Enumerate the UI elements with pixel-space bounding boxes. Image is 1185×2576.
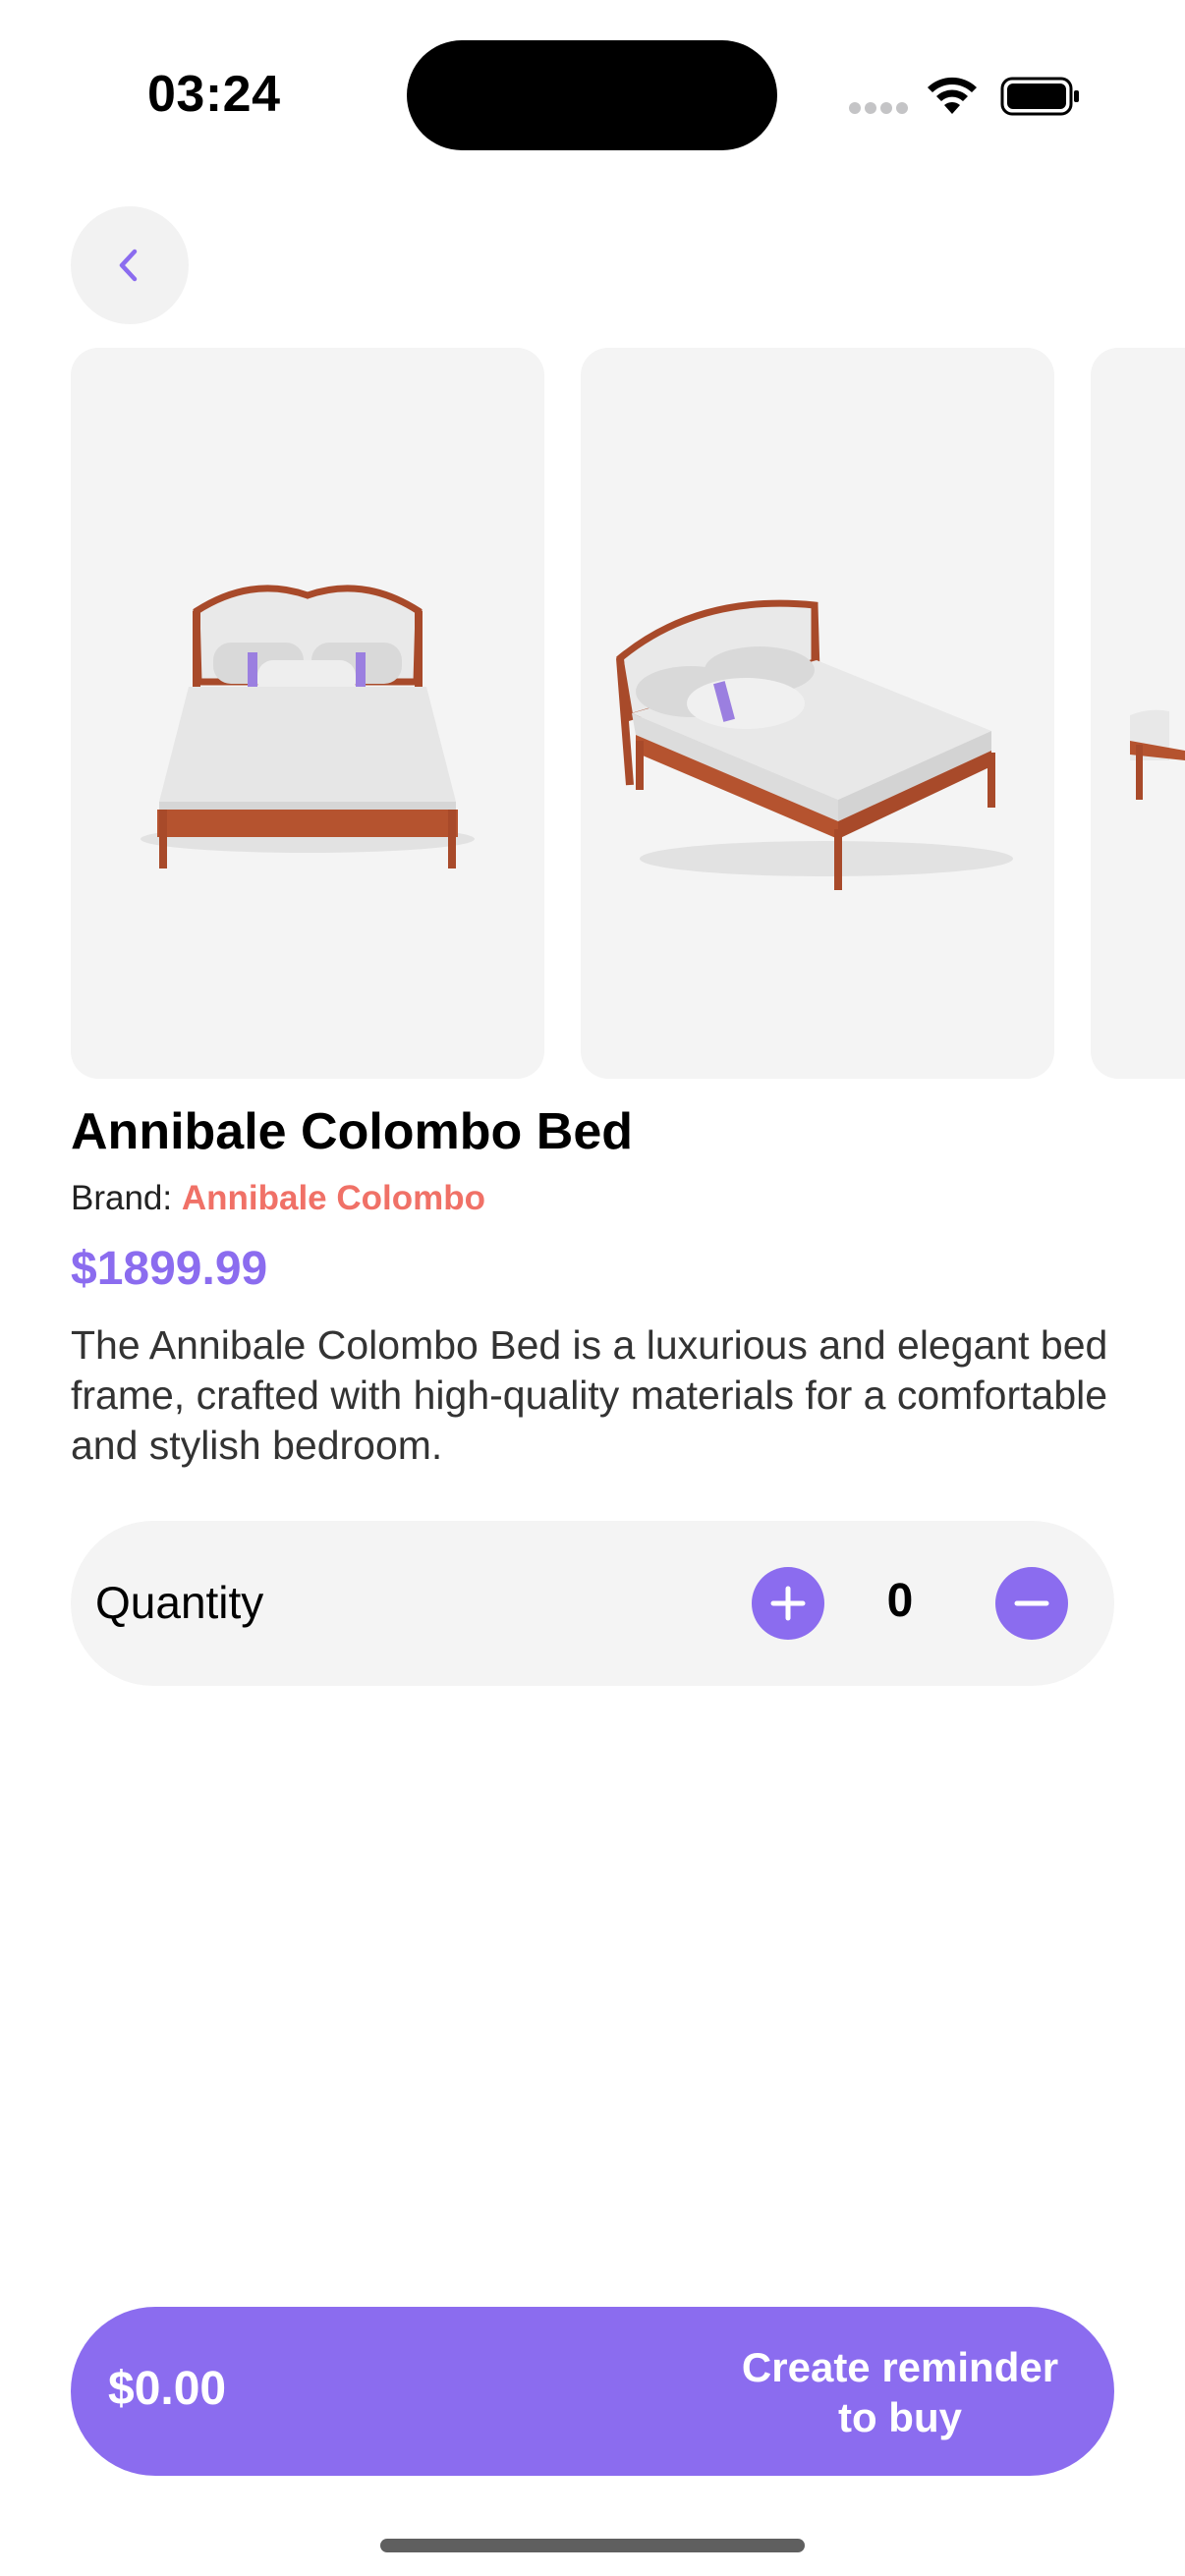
- gallery-image-bed-front[interactable]: [71, 348, 544, 1079]
- product-description: The Annibale Colombo Bed is a luxurious …: [71, 1322, 1108, 1468]
- increase-quantity-button[interactable]: [752, 1567, 824, 1640]
- gallery-image-bed-angle[interactable]: [581, 348, 1054, 1079]
- create-reminder-button[interactable]: $0.00 Create reminder to buy: [71, 2307, 1114, 2476]
- minus-icon: [1014, 1600, 1049, 1606]
- product-title: Annibale Colombo Bed: [71, 1103, 633, 1160]
- brand-label: Brand:: [71, 1179, 173, 1217]
- quantity-stepper: Quantity 0: [71, 1521, 1114, 1686]
- quantity-value: 0: [886, 1575, 914, 1627]
- decrease-quantity-button[interactable]: [995, 1567, 1068, 1640]
- chevron-left-icon: [119, 249, 138, 282]
- wifi-icon: [928, 77, 977, 114]
- status-time: 03:24: [147, 66, 281, 123]
- bed-side-view-image: [1130, 709, 1185, 800]
- dynamic-island: [407, 40, 777, 150]
- bed-angle-view-image: [616, 599, 1013, 890]
- gallery-image-bed-side[interactable]: [1091, 348, 1185, 1079]
- battery-icon: [1000, 77, 1079, 116]
- home-indicator[interactable]: [380, 2539, 805, 2552]
- plus-icon: [770, 1586, 806, 1621]
- quantity-label: Quantity: [95, 1577, 264, 1628]
- back-button[interactable]: [71, 206, 189, 324]
- product-price: $1899.99: [71, 1243, 268, 1295]
- cart-total: $0.00: [108, 2363, 227, 2415]
- bed-front-view-image: [141, 585, 475, 868]
- create-reminder-label: Create reminder to buy: [741, 2344, 1059, 2440]
- brand-line: Brand: Annibale Colombo: [71, 1179, 485, 1218]
- signal-dots-icon: [849, 102, 908, 116]
- brand-name[interactable]: Annibale Colombo: [182, 1179, 485, 1217]
- product-image-gallery[interactable]: [71, 348, 1185, 1079]
